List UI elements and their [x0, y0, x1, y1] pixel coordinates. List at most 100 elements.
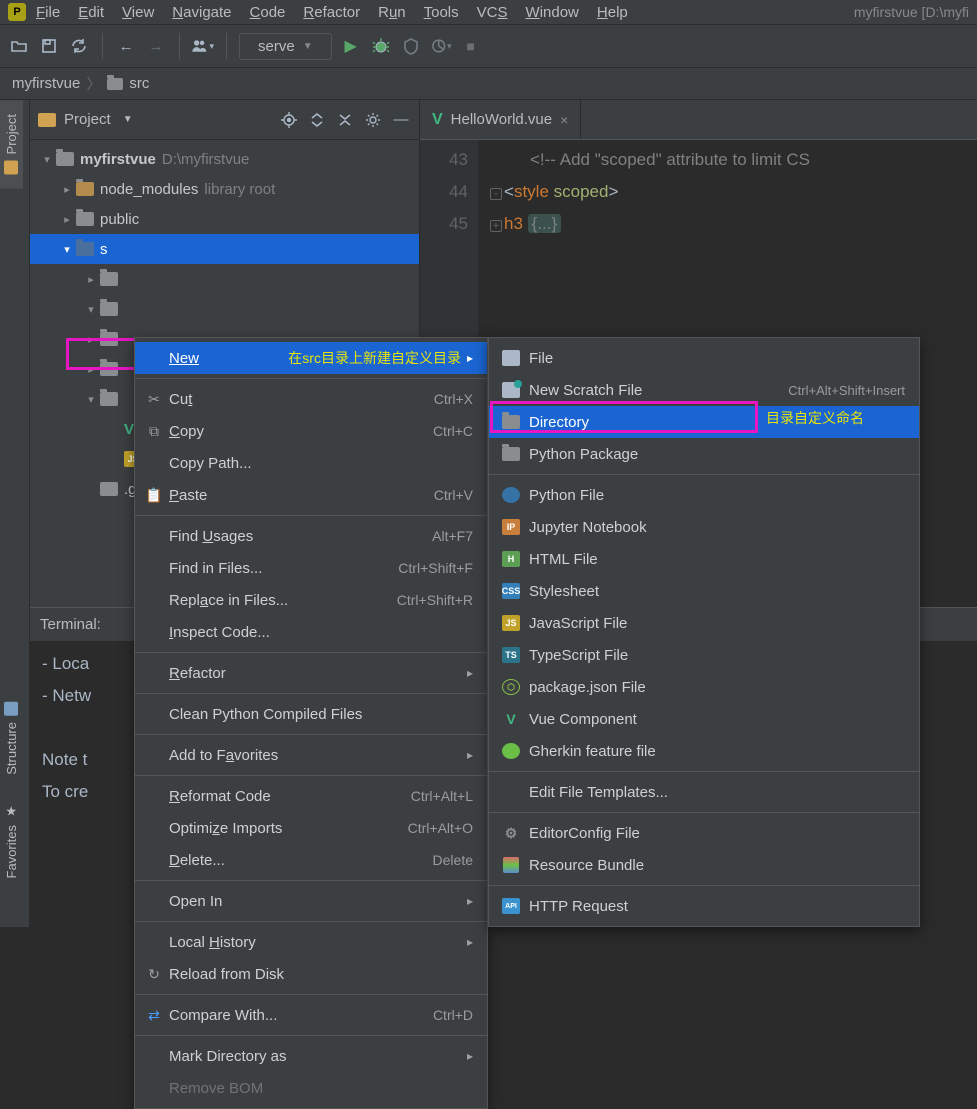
ctx2-item-editorconfig[interactable]: ⚙EditorConfig File: [489, 817, 919, 849]
ctx2-item-resource[interactable]: Resource Bundle: [489, 849, 919, 881]
fold-toggle-icon[interactable]: -: [490, 188, 502, 200]
menu-tools[interactable]: Tools: [424, 4, 459, 21]
expand-toggle-icon[interactable]: ▸: [82, 273, 100, 286]
expand-toggle-icon[interactable]: ▸: [82, 333, 100, 346]
ctx2-item-vue[interactable]: VVue Component: [489, 703, 919, 735]
run-icon[interactable]: ▶: [340, 35, 362, 57]
ctx-item-refactor[interactable]: Refactor▸: [135, 657, 487, 689]
terminal-line: - Netw: [42, 686, 91, 705]
expand-toggle-icon[interactable]: ▾: [38, 153, 56, 166]
menu-code[interactable]: Code: [250, 4, 286, 21]
ctx-item-cut[interactable]: ✂CutCtrl+X: [135, 383, 487, 415]
forward-icon[interactable]: →: [145, 35, 167, 57]
ctx2-item-pkgjson[interactable]: ⬡package.json File: [489, 671, 919, 703]
expand-toggle-icon[interactable]: ▾: [58, 243, 76, 256]
menu-window[interactable]: Window: [526, 4, 579, 21]
tree-row[interactable]: ▾: [30, 294, 419, 324]
fold-toggle-icon[interactable]: +: [490, 220, 502, 232]
ctx-item-markdir[interactable]: Mark Directory as▸: [135, 1040, 487, 1072]
back-icon[interactable]: ←: [115, 35, 137, 57]
profile-icon[interactable]: ▾: [430, 35, 452, 57]
tree-node-modules[interactable]: ▸ node_modules library root: [30, 174, 419, 204]
ctx-item-findusages[interactable]: Find UsagesAlt+F7: [135, 520, 487, 552]
ctx-item-optimize[interactable]: Optimize ImportsCtrl+Alt+O: [135, 812, 487, 844]
users-icon[interactable]: ▾: [192, 35, 214, 57]
ctx-item-inspect[interactable]: Inspect Code...: [135, 616, 487, 648]
tree-src[interactable]: ▾ s: [30, 234, 419, 264]
ctx-item-removebom[interactable]: Remove BOM: [135, 1072, 487, 1104]
gear-icon[interactable]: [363, 110, 383, 130]
ctx-item-delete[interactable]: Delete...Delete: [135, 844, 487, 876]
ctx-item-localhistory[interactable]: Local History▸: [135, 926, 487, 958]
ctx2-item-js[interactable]: JSJavaScript File: [489, 607, 919, 639]
menu-edit[interactable]: Edit: [78, 4, 104, 21]
save-all-icon[interactable]: [38, 35, 60, 57]
ctx-item-compare[interactable]: ⇄Compare With...Ctrl+D: [135, 999, 487, 1031]
expand-toggle-icon[interactable]: ▾: [82, 303, 100, 316]
locate-icon[interactable]: [279, 110, 299, 130]
ctx2-item-html[interactable]: HHTML File: [489, 543, 919, 575]
tab-favorites[interactable]: Favorites ★: [0, 789, 23, 892]
ctx-item-label: Clean Python Compiled Files: [165, 706, 473, 723]
run-config-combo[interactable]: serve ▼: [239, 33, 332, 60]
expand-toggle-icon[interactable]: ▸: [58, 213, 76, 226]
ctx-item-reload[interactable]: ↻Reload from Disk: [135, 958, 487, 990]
terminal-title: Terminal:: [40, 616, 101, 633]
ctx2-item-pyfile[interactable]: Python File: [489, 479, 919, 511]
tree-public[interactable]: ▸ public: [30, 204, 419, 234]
ctx-item-new[interactable]: New 在src目录上新建自定义目录 ▸: [135, 342, 487, 374]
menu-view[interactable]: View: [122, 4, 154, 21]
ctx-item-findinfiles[interactable]: Find in Files...Ctrl+Shift+F: [135, 552, 487, 584]
chevron-down-icon[interactable]: ▼: [123, 114, 133, 125]
editor-tab[interactable]: V HelloWorld.vue ×: [420, 100, 581, 139]
tree-root[interactable]: ▾ myfirstvue D:\myfirstvue: [30, 144, 419, 174]
ctx2-item-http[interactable]: APIHTTP Request: [489, 890, 919, 922]
expand-toggle-icon[interactable]: ▸: [58, 183, 76, 196]
folded-region[interactable]: {...}: [528, 214, 562, 233]
expand-all-icon[interactable]: [307, 110, 327, 130]
file-icon: [502, 350, 520, 366]
expand-toggle-icon[interactable]: ▾: [82, 393, 100, 406]
tab-project[interactable]: Project: [0, 100, 23, 188]
menu-run[interactable]: Run: [378, 4, 406, 21]
ctx2-item-scratch[interactable]: New Scratch FileCtrl+Alt+Shift+Insert: [489, 374, 919, 406]
ctx-item-label: HTML File: [523, 551, 905, 568]
menu-refactor[interactable]: Refactor: [303, 4, 360, 21]
ctx2-item-ts[interactable]: TSTypeScript File: [489, 639, 919, 671]
ctx2-item-gherkin[interactable]: Gherkin feature file: [489, 735, 919, 767]
ctx-item-cleanpy[interactable]: Clean Python Compiled Files: [135, 698, 487, 730]
ctx2-item-jupyter[interactable]: IPJupyter Notebook: [489, 511, 919, 543]
menu-file[interactable]: File: [36, 4, 60, 21]
tree-root-hint: D:\myfirstvue: [162, 151, 250, 168]
hide-icon[interactable]: —: [391, 110, 411, 130]
tab-project-label: Project: [4, 114, 19, 154]
stop-icon[interactable]: ■: [460, 35, 482, 57]
ctx2-item-file[interactable]: File: [489, 342, 919, 374]
close-icon[interactable]: ×: [560, 112, 568, 128]
tree-row[interactable]: ▸: [30, 264, 419, 294]
coverage-icon[interactable]: [400, 35, 422, 57]
debug-icon[interactable]: [370, 35, 392, 57]
breadcrumb-root[interactable]: myfirstvue: [12, 75, 80, 92]
ctx2-item-css[interactable]: CSSStylesheet: [489, 575, 919, 607]
ctx-item-openin[interactable]: Open In▸: [135, 885, 487, 917]
ctx2-item-edittemplates[interactable]: Edit File Templates...: [489, 776, 919, 808]
code-token: h3: [504, 214, 523, 233]
menu-help[interactable]: Help: [597, 4, 628, 21]
open-icon[interactable]: [8, 35, 30, 57]
menu-vcs[interactable]: VCS: [477, 4, 508, 21]
ctx2-item-pypkg[interactable]: Python Package: [489, 438, 919, 470]
scratch-file-icon: [502, 382, 520, 398]
ctx-item-paste[interactable]: 📋PasteCtrl+V: [135, 479, 487, 511]
ctx-item-copy[interactable]: ⧉CopyCtrl+C: [135, 415, 487, 447]
ctx-item-reformat[interactable]: Reformat CodeCtrl+Alt+L: [135, 780, 487, 812]
ctx-item-copypath[interactable]: Copy Path...: [135, 447, 487, 479]
menu-navigate[interactable]: Navigate: [172, 4, 231, 21]
ctx-item-replaceinfiles[interactable]: Replace in Files...Ctrl+Shift+R: [135, 584, 487, 616]
expand-toggle-icon[interactable]: ▸: [82, 363, 100, 376]
breadcrumb-src[interactable]: src: [107, 75, 149, 92]
ctx-item-addfav[interactable]: Add to Favorites▸: [135, 739, 487, 771]
collapse-all-icon[interactable]: [335, 110, 355, 130]
sync-icon[interactable]: [68, 35, 90, 57]
tab-structure[interactable]: Structure: [0, 688, 23, 789]
